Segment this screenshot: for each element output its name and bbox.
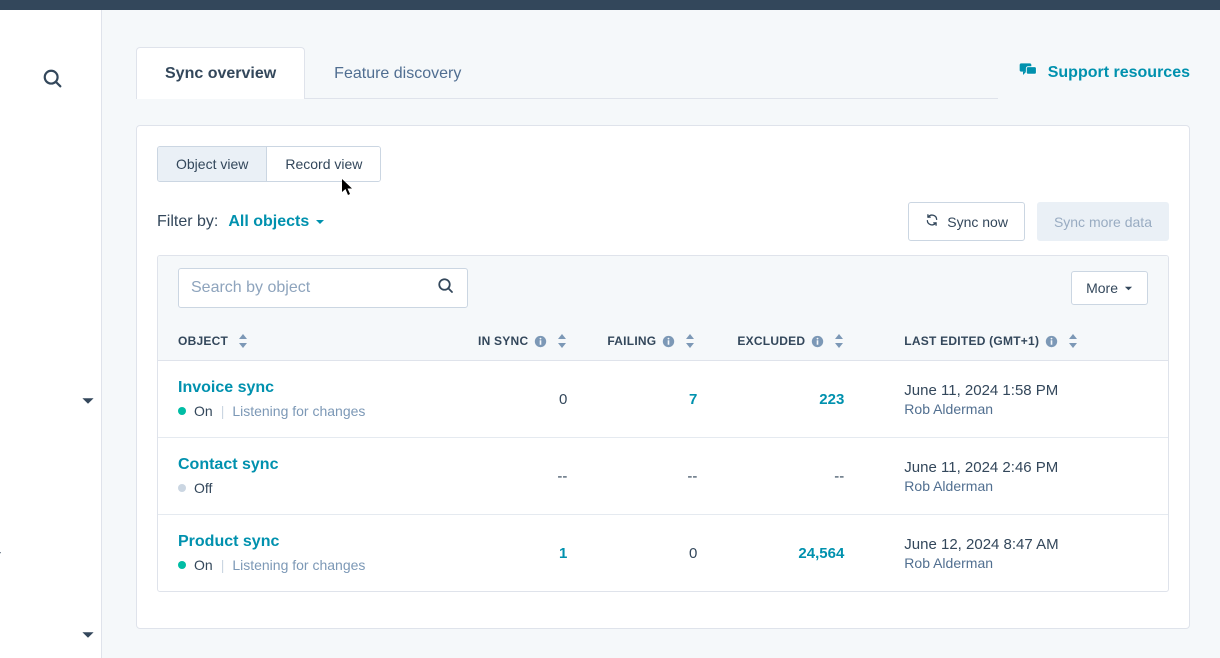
object-view-toggle[interactable]: Object view — [158, 147, 266, 181]
edited-by: Rob Alderman — [904, 401, 1148, 417]
sidebar-item[interactable]: loads — [0, 588, 95, 605]
sidebar-item[interactable]: cts — [0, 508, 95, 525]
object-name-link[interactable]: Invoice sync — [178, 379, 438, 397]
sidebar: es cts ovider loads cs — [0, 10, 102, 658]
sidebar-item-label: cts — [0, 508, 95, 525]
app-topbar — [0, 0, 1220, 10]
object-name-link[interactable]: Contact sync — [178, 456, 438, 474]
status-dot-icon — [178, 484, 186, 492]
last-edited: June 11, 2024 2:46 PM Rob Alderman — [904, 459, 1148, 494]
table-row: Invoice sync On | Listening for changes 0 7 22… — [158, 361, 1168, 438]
status-text: Off — [194, 480, 212, 496]
col-excluded[interactable]: EXCLUDED — [717, 320, 864, 361]
tab-sync-overview[interactable]: Sync overview — [136, 47, 305, 99]
more-button[interactable]: More — [1071, 271, 1148, 305]
status-dot-icon — [178, 407, 186, 415]
status-dot-icon — [178, 561, 186, 569]
status-text: On — [194, 403, 213, 419]
table-row: Contact sync Off -- -- -- June 11, 2024 2:46 … — [158, 438, 1168, 515]
col-object[interactable]: OBJECT — [158, 320, 458, 361]
object-name-link[interactable]: Product sync — [178, 533, 438, 551]
excluded-value: -- — [834, 468, 844, 485]
record-view-toggle[interactable]: Record view — [266, 147, 380, 181]
edited-by: Rob Alderman — [904, 478, 1148, 494]
chevron-down-icon — [1124, 284, 1133, 293]
sort-icon — [685, 334, 695, 348]
sort-icon — [557, 334, 567, 348]
in-sync-value: 0 — [559, 391, 567, 408]
sync-more-label: Sync more data — [1054, 214, 1152, 230]
edited-time: June 11, 2024 2:46 PM — [904, 459, 1148, 476]
in-sync-value: -- — [557, 468, 567, 485]
last-edited: June 11, 2024 1:58 PM Rob Alderman — [904, 382, 1148, 417]
status-line: On | Listening for changes — [178, 403, 438, 419]
sort-icon — [834, 334, 844, 348]
status-line: On | Listening for changes — [178, 557, 438, 573]
sync-now-label: Sync now — [947, 214, 1008, 230]
search-box — [178, 268, 468, 308]
sync-card: Object view Record view Filter by: All o… — [136, 125, 1190, 629]
edited-time: June 12, 2024 8:47 AM — [904, 536, 1148, 553]
col-in-sync[interactable]: IN SYNC — [458, 320, 587, 361]
sync-more-data-button: Sync more data — [1037, 202, 1169, 241]
col-last-edited[interactable]: LAST EDITED (GMT+1) — [864, 320, 1168, 361]
filter-dropdown[interactable]: All objects — [228, 213, 325, 231]
search-icon[interactable] — [42, 68, 64, 90]
search-icon[interactable] — [437, 277, 455, 300]
excluded-value[interactable]: 24,564 — [798, 545, 844, 562]
info-icon — [1045, 335, 1058, 348]
sidebar-item-label: cs — [0, 626, 81, 643]
edited-by: Rob Alderman — [904, 555, 1148, 571]
sort-icon — [238, 334, 248, 348]
excluded-value[interactable]: 223 — [819, 391, 844, 408]
table-row: Product sync On | Listening for changes 1 0 24… — [158, 515, 1168, 592]
filter-value: All objects — [228, 213, 309, 231]
view-toggle: Object view Record view — [157, 146, 381, 182]
support-resources-link[interactable]: Support resources — [1018, 60, 1190, 85]
separator: | — [221, 403, 225, 419]
last-edited: June 12, 2024 8:47 AM Rob Alderman — [904, 536, 1148, 571]
failing-value: -- — [687, 468, 697, 485]
main-content: Sync overview Feature discovery Support … — [102, 10, 1220, 658]
sync-table: More OBJECT — [157, 255, 1169, 592]
status-line: Off — [178, 480, 438, 496]
more-label: More — [1086, 280, 1118, 296]
listening-text: Listening for changes — [232, 403, 365, 419]
tabs: Sync overview Feature discovery — [136, 46, 998, 99]
support-resources-label: Support resources — [1048, 64, 1190, 82]
separator: | — [221, 557, 225, 573]
status-text: On — [194, 557, 213, 573]
filter-label: Filter by: — [157, 213, 218, 231]
listening-text: Listening for changes — [232, 557, 365, 573]
edited-time: June 11, 2024 1:58 PM — [904, 382, 1148, 399]
refresh-icon — [925, 213, 939, 230]
search-input[interactable] — [191, 279, 437, 297]
col-failing[interactable]: FAILING — [587, 320, 717, 361]
sidebar-item[interactable]: cs — [0, 626, 95, 643]
chevron-down-icon — [81, 394, 95, 408]
chevron-down-icon — [81, 628, 95, 642]
sidebar-item-label: ovider — [0, 547, 95, 564]
sidebar-item-label: loads — [0, 588, 95, 605]
failing-value: 0 — [689, 545, 697, 562]
sidebar-item[interactable] — [0, 394, 95, 408]
sort-icon — [1068, 334, 1078, 348]
info-icon — [662, 335, 675, 348]
in-sync-value[interactable]: 1 — [559, 545, 567, 562]
failing-value[interactable]: 7 — [689, 391, 697, 408]
tab-feature-discovery[interactable]: Feature discovery — [305, 47, 490, 99]
sidebar-item[interactable]: es — [0, 140, 95, 157]
chat-icon — [1018, 60, 1038, 85]
sidebar-item-label: es — [0, 140, 95, 157]
sync-now-button[interactable]: Sync now — [908, 202, 1025, 241]
sidebar-item[interactable]: ovider — [0, 547, 95, 564]
info-icon — [811, 335, 824, 348]
chevron-down-icon — [315, 217, 325, 227]
info-icon — [534, 335, 547, 348]
